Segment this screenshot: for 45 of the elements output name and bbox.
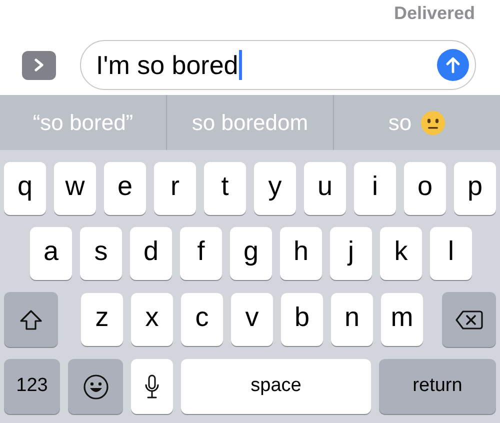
letter-key[interactable]: k bbox=[380, 227, 422, 280]
return-key[interactable]: return bbox=[379, 359, 496, 414]
send-button[interactable] bbox=[437, 49, 469, 81]
letter-key[interactable]: g bbox=[230, 227, 272, 280]
chevron-right-icon bbox=[33, 58, 45, 72]
space-key[interactable]: space bbox=[181, 359, 371, 414]
letter-key[interactable]: y bbox=[254, 162, 296, 215]
letter-key[interactable]: i bbox=[354, 162, 396, 215]
numbers-key[interactable]: 123 bbox=[4, 359, 60, 414]
expand-button[interactable] bbox=[22, 50, 56, 80]
arrow-up-icon bbox=[445, 56, 461, 74]
letter-key[interactable]: c bbox=[181, 293, 223, 346]
letter-key[interactable]: a bbox=[30, 227, 72, 280]
letter-key[interactable]: u bbox=[304, 162, 346, 215]
letter-key[interactable]: r bbox=[154, 162, 196, 215]
letter-key[interactable]: x bbox=[131, 293, 173, 346]
letter-key[interactable]: t bbox=[204, 162, 246, 215]
delete-key[interactable] bbox=[442, 292, 496, 347]
letter-key[interactable]: n bbox=[331, 293, 373, 346]
smiley-icon bbox=[82, 374, 108, 400]
letter-key[interactable]: l bbox=[430, 227, 472, 280]
shift-icon bbox=[19, 308, 43, 330]
text-cursor bbox=[239, 50, 242, 80]
letter-key[interactable]: v bbox=[231, 293, 273, 346]
neutral-face-icon bbox=[420, 110, 446, 136]
letter-key[interactable]: e bbox=[104, 162, 146, 215]
letter-key[interactable]: f bbox=[180, 227, 222, 280]
dictation-key[interactable] bbox=[131, 359, 173, 414]
letter-key[interactable]: q bbox=[4, 162, 46, 215]
letter-key[interactable]: o bbox=[404, 162, 446, 215]
shift-key[interactable] bbox=[4, 292, 58, 347]
letter-key[interactable]: h bbox=[280, 227, 322, 280]
letter-key[interactable]: j bbox=[330, 227, 372, 280]
microphone-icon bbox=[144, 374, 160, 400]
letter-key[interactable]: m bbox=[381, 293, 423, 346]
emoji-key[interactable] bbox=[68, 359, 123, 414]
letter-key[interactable]: w bbox=[54, 162, 96, 215]
letter-key[interactable]: p bbox=[454, 162, 496, 215]
letter-key[interactable]: d bbox=[130, 227, 172, 280]
delete-icon bbox=[455, 310, 483, 330]
letter-key[interactable]: z bbox=[81, 293, 123, 346]
letter-key[interactable]: b bbox=[281, 293, 323, 346]
message-field[interactable]: I'm so bored bbox=[80, 40, 476, 90]
letter-key[interactable]: s bbox=[80, 227, 122, 280]
delivery-status: Delivered bbox=[394, 2, 475, 24]
